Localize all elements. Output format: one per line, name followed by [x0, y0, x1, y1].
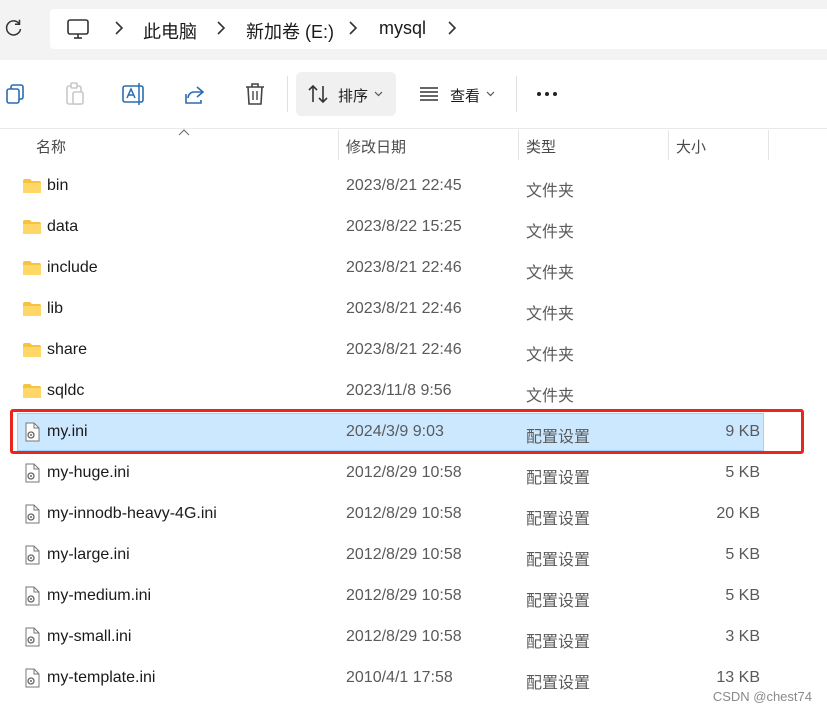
settings-file-icon	[22, 545, 42, 565]
view-list-icon	[420, 87, 438, 101]
file-type: 配置设置	[526, 511, 591, 528]
chevron-down-icon[interactable]	[486, 91, 495, 97]
column-divider[interactable]	[768, 130, 769, 160]
file-name: data	[47, 218, 79, 235]
breadcrumb-mysql[interactable]: mysql	[379, 18, 426, 39]
sort-ascending-caret-icon	[178, 129, 190, 136]
file-name: my-medium.ini	[47, 587, 152, 604]
more-icon[interactable]	[536, 90, 558, 98]
file-name: my-huge.ini	[47, 464, 130, 481]
column-header-type[interactable]: 类型	[526, 136, 556, 157]
file-date: 2012/8/29 10:58	[346, 464, 462, 481]
folder-icon	[22, 340, 42, 360]
file-type: 文件夹	[526, 224, 575, 241]
file-type: 配置设置	[526, 593, 591, 610]
file-type: 配置设置	[526, 470, 591, 487]
file-name: bin	[47, 177, 69, 194]
settings-file-icon	[22, 668, 42, 688]
file-date: 2023/8/21 22:46	[346, 300, 462, 317]
file-type: 文件夹	[526, 183, 575, 200]
file-date: 2010/4/1 17:58	[346, 669, 453, 686]
settings-file-icon	[22, 504, 42, 524]
column-divider[interactable]	[338, 130, 339, 160]
monitor-icon[interactable]	[66, 17, 90, 41]
file-size: 5 KB	[725, 587, 760, 604]
file-date: 2023/11/8 9:56	[346, 382, 452, 399]
file-name: sqldc	[47, 382, 85, 399]
breadcrumb-this-pc[interactable]: 此电脑	[143, 18, 197, 44]
file-type: 文件夹	[526, 306, 575, 323]
sort-arrows-icon	[308, 84, 328, 104]
file-date: 2012/8/29 10:58	[346, 587, 462, 604]
file-date: 2012/8/29 10:58	[346, 546, 462, 563]
file-type: 文件夹	[526, 388, 575, 405]
settings-file-icon	[22, 586, 42, 606]
file-name: my-small.ini	[47, 628, 132, 645]
paste-icon[interactable]	[61, 80, 89, 108]
file-name: lib	[47, 300, 64, 317]
file-type: 配置设置	[526, 552, 591, 569]
chevron-right-icon[interactable]	[112, 20, 126, 36]
share-icon[interactable]	[181, 80, 209, 108]
sort-button-label: 排序	[338, 88, 369, 105]
highlight-box	[10, 409, 804, 454]
file-size: 13 KB	[716, 669, 760, 686]
file-date: 2023/8/21 22:46	[346, 259, 462, 276]
copy-icon[interactable]	[2, 80, 30, 108]
file-type: 配置设置	[526, 675, 591, 692]
folder-icon	[22, 299, 42, 319]
file-size: 5 KB	[725, 464, 760, 481]
settings-file-icon	[22, 463, 42, 483]
folder-icon	[22, 217, 42, 237]
folder-icon	[22, 258, 42, 278]
file-type: 配置设置	[526, 634, 591, 651]
file-date: 2012/8/29 10:58	[346, 628, 462, 645]
file-date: 2023/8/21 22:45	[346, 177, 462, 194]
file-name: include	[47, 259, 98, 276]
file-name: my-large.ini	[47, 546, 130, 563]
settings-file-icon	[22, 627, 42, 647]
column-header-name[interactable]: 名称	[36, 136, 66, 157]
watermark: CSDN @chest74	[712, 689, 812, 704]
folder-icon	[22, 381, 42, 401]
refresh-icon[interactable]	[4, 18, 24, 38]
toolbar-divider	[287, 76, 288, 112]
file-name: my-innodb-heavy-4G.ini	[47, 505, 217, 522]
toolbar-bottom-border	[0, 128, 827, 129]
folder-icon	[22, 176, 42, 196]
file-type: 文件夹	[526, 347, 575, 364]
file-size: 3 KB	[725, 628, 760, 645]
file-date: 2023/8/21 22:46	[346, 341, 462, 358]
view-button-label[interactable]: 查看	[450, 85, 480, 106]
file-type: 文件夹	[526, 265, 575, 282]
column-divider[interactable]	[668, 130, 669, 160]
file-date: 2023/8/22 15:25	[346, 218, 462, 235]
file-date: 2012/8/29 10:58	[346, 505, 462, 522]
chevron-down-icon	[374, 91, 383, 97]
rename-icon[interactable]	[120, 80, 148, 108]
column-divider[interactable]	[518, 130, 519, 160]
column-header-date[interactable]: 修改日期	[346, 136, 406, 157]
file-name: my-template.ini	[47, 669, 156, 686]
file-size: 20 KB	[716, 505, 760, 522]
toolbar-divider	[516, 76, 517, 112]
column-header-size[interactable]: 大小	[676, 136, 706, 157]
file-size: 5 KB	[725, 546, 760, 563]
chevron-right-icon[interactable]	[445, 20, 459, 36]
chevron-right-icon[interactable]	[214, 20, 228, 36]
breadcrumb-drive-e[interactable]: 新加卷 (E:)	[246, 18, 334, 44]
chevron-right-icon[interactable]	[346, 20, 360, 36]
file-name: share	[47, 341, 88, 358]
delete-icon[interactable]	[241, 80, 269, 108]
